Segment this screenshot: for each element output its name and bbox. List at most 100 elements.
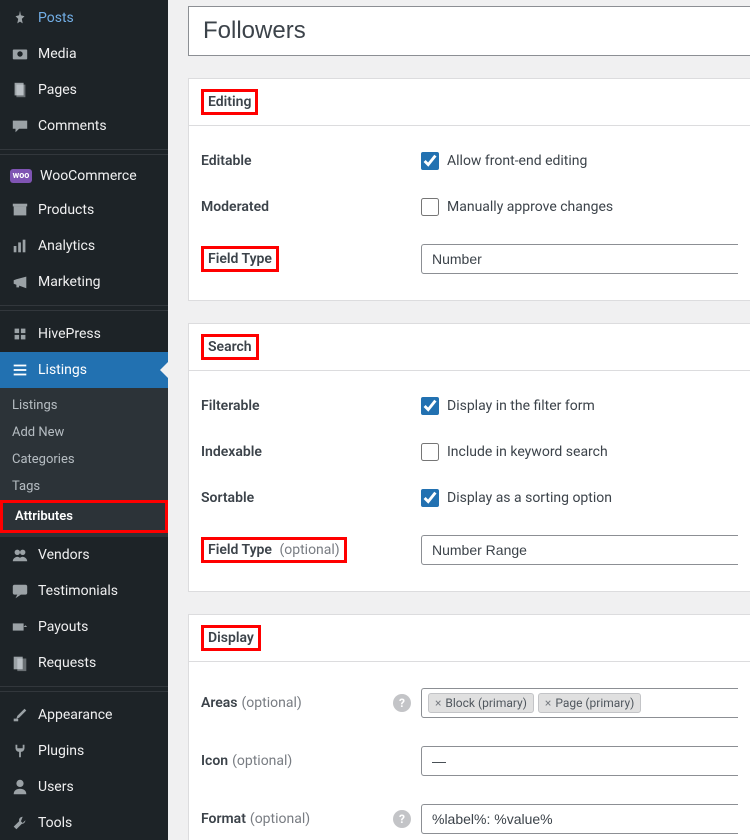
tools-icon — [10, 813, 30, 833]
panel-heading: Search — [201, 334, 259, 360]
sidebar-item-label: Media — [38, 46, 77, 62]
row-format: Format (optional) ? — [201, 790, 738, 840]
sidebar-item-testimonials[interactable]: Testimonials — [0, 573, 168, 609]
panel-display: Display Areas (optional) ? ×Block (prima… — [188, 614, 750, 840]
help-icon[interactable]: ? — [393, 694, 411, 712]
sidebar-item-label: Payouts — [38, 619, 88, 635]
sidebar-item-label: WooCommerce — [40, 168, 137, 184]
groups-icon — [10, 545, 30, 565]
sidebar-item-label: Vendors — [38, 547, 90, 563]
sidebar-item-products[interactable]: Products — [0, 192, 168, 228]
sidebar-item-label: Products — [38, 202, 94, 218]
woo-icon: woo — [10, 169, 32, 183]
sidebar-item-media[interactable]: Media — [0, 36, 168, 72]
camera-icon — [10, 44, 30, 64]
panel-header-display: Display — [189, 615, 750, 662]
row-filterable: Filterable Display in the filter form — [201, 383, 738, 429]
checkbox-label-indexable: Include in keyword search — [447, 444, 608, 460]
submenu-item-categories[interactable]: Categories — [0, 446, 168, 473]
panel-header-editing: Editing — [189, 79, 750, 126]
checkbox-moderated[interactable] — [421, 198, 439, 216]
sidebar-item-users[interactable]: Users — [0, 769, 168, 805]
sidebar-item-label: Comments — [38, 118, 107, 134]
sidebar-item-payouts[interactable]: Payouts — [0, 609, 168, 645]
main-content: Editing Editable Allow front-end editing… — [168, 0, 750, 840]
sidebar-item-comments[interactable]: Comments — [0, 108, 168, 144]
checkbox-label-sortable: Display as a sorting option — [447, 490, 612, 506]
label-icon: Icon — [201, 753, 228, 769]
sidebar-item-label: Testimonials — [38, 583, 118, 599]
input-format[interactable] — [421, 804, 738, 834]
sidebar-item-appearance[interactable]: Appearance — [0, 697, 168, 733]
sidebar-item-woocommerce[interactable]: woo WooCommerce — [0, 160, 168, 192]
row-icon: Icon (optional) — [201, 732, 738, 790]
label-sortable: Sortable — [201, 490, 254, 506]
submenu-item-add-new[interactable]: Add New — [0, 419, 168, 446]
sidebar-item-label: Tools — [38, 815, 72, 831]
label-search-field-type: Field Type (optional) — [201, 537, 347, 563]
label-format: Format — [201, 811, 246, 827]
user-icon — [10, 777, 30, 797]
select-search-field-type[interactable] — [421, 535, 738, 565]
page-icon — [10, 80, 30, 100]
sidebar-item-marketing[interactable]: Marketing — [0, 264, 168, 300]
checkbox-indexable[interactable] — [421, 443, 439, 461]
select-editing-field-type[interactable] — [421, 244, 738, 274]
sidebar-item-tools[interactable]: Tools — [0, 805, 168, 840]
checkbox-sortable[interactable] — [421, 489, 439, 507]
submenu-item-attributes[interactable]: Attributes — [0, 500, 168, 533]
comment-icon — [10, 116, 30, 136]
row-search-field-type: Field Type (optional) — [201, 521, 738, 579]
sidebar-item-label: HivePress — [38, 326, 101, 342]
tag-remove-icon[interactable]: × — [435, 696, 441, 710]
label-filterable: Filterable — [201, 398, 260, 414]
checkbox-label-moderated: Manually approve changes — [447, 199, 613, 215]
sidebar-item-plugins[interactable]: Plugins — [0, 733, 168, 769]
panel-heading: Editing — [201, 89, 258, 115]
payout-icon — [10, 617, 30, 637]
sidebar-item-requests[interactable]: Requests — [0, 645, 168, 681]
select-icon[interactable] — [421, 746, 738, 776]
label-indexable: Indexable — [201, 444, 262, 460]
menu-separator — [0, 305, 168, 311]
submenu-item-tags[interactable]: Tags — [0, 473, 168, 500]
sidebar-item-listings[interactable]: Listings — [0, 352, 168, 388]
label-areas: Areas — [201, 695, 238, 711]
tag-block-primary: ×Block (primary) — [428, 693, 534, 713]
tag-remove-icon[interactable]: × — [545, 696, 551, 710]
panel-heading: Display — [201, 625, 261, 651]
sidebar-item-label: Plugins — [38, 743, 84, 759]
sidebar-item-label: Appearance — [38, 707, 112, 723]
hive-icon — [10, 324, 30, 344]
chart-icon — [10, 236, 30, 256]
sidebar-item-analytics[interactable]: Analytics — [0, 228, 168, 264]
attribute-title-input[interactable] — [188, 6, 750, 56]
sidebar-item-label: Requests — [38, 655, 96, 671]
row-editable: Editable Allow front-end editing — [201, 138, 738, 184]
row-indexable: Indexable Include in keyword search — [201, 429, 738, 475]
archive-icon — [10, 200, 30, 220]
help-icon[interactable]: ? — [393, 810, 411, 828]
panel-header-search: Search — [189, 324, 750, 371]
row-sortable: Sortable Display as a sorting option — [201, 475, 738, 521]
checkbox-editable[interactable] — [421, 152, 439, 170]
panel-search: Search Filterable Display in the filter … — [188, 323, 750, 592]
sidebar-item-posts[interactable]: Posts — [0, 0, 168, 36]
checkbox-filterable[interactable] — [421, 397, 439, 415]
sidebar-item-pages[interactable]: Pages — [0, 72, 168, 108]
sidebar-item-hivepress[interactable]: HivePress — [0, 316, 168, 352]
sidebar-item-label: Users — [38, 779, 74, 795]
pin-icon — [10, 8, 30, 28]
sidebar-item-label: Listings — [38, 362, 87, 378]
testimonial-icon — [10, 581, 30, 601]
checkbox-label-editable: Allow front-end editing — [447, 153, 587, 169]
list-icon — [10, 360, 30, 380]
tag-page-primary: ×Page (primary) — [538, 693, 641, 713]
sidebar-item-label: Marketing — [38, 274, 101, 290]
areas-tags-input[interactable]: ×Block (primary) ×Page (primary) — [421, 688, 738, 718]
submenu-item-listings[interactable]: Listings — [0, 392, 168, 419]
sidebar-item-label: Pages — [38, 82, 77, 98]
sidebar-item-label: Posts — [38, 10, 74, 26]
label-field-type: Field Type — [201, 246, 279, 272]
sidebar-item-vendors[interactable]: Vendors — [0, 537, 168, 573]
